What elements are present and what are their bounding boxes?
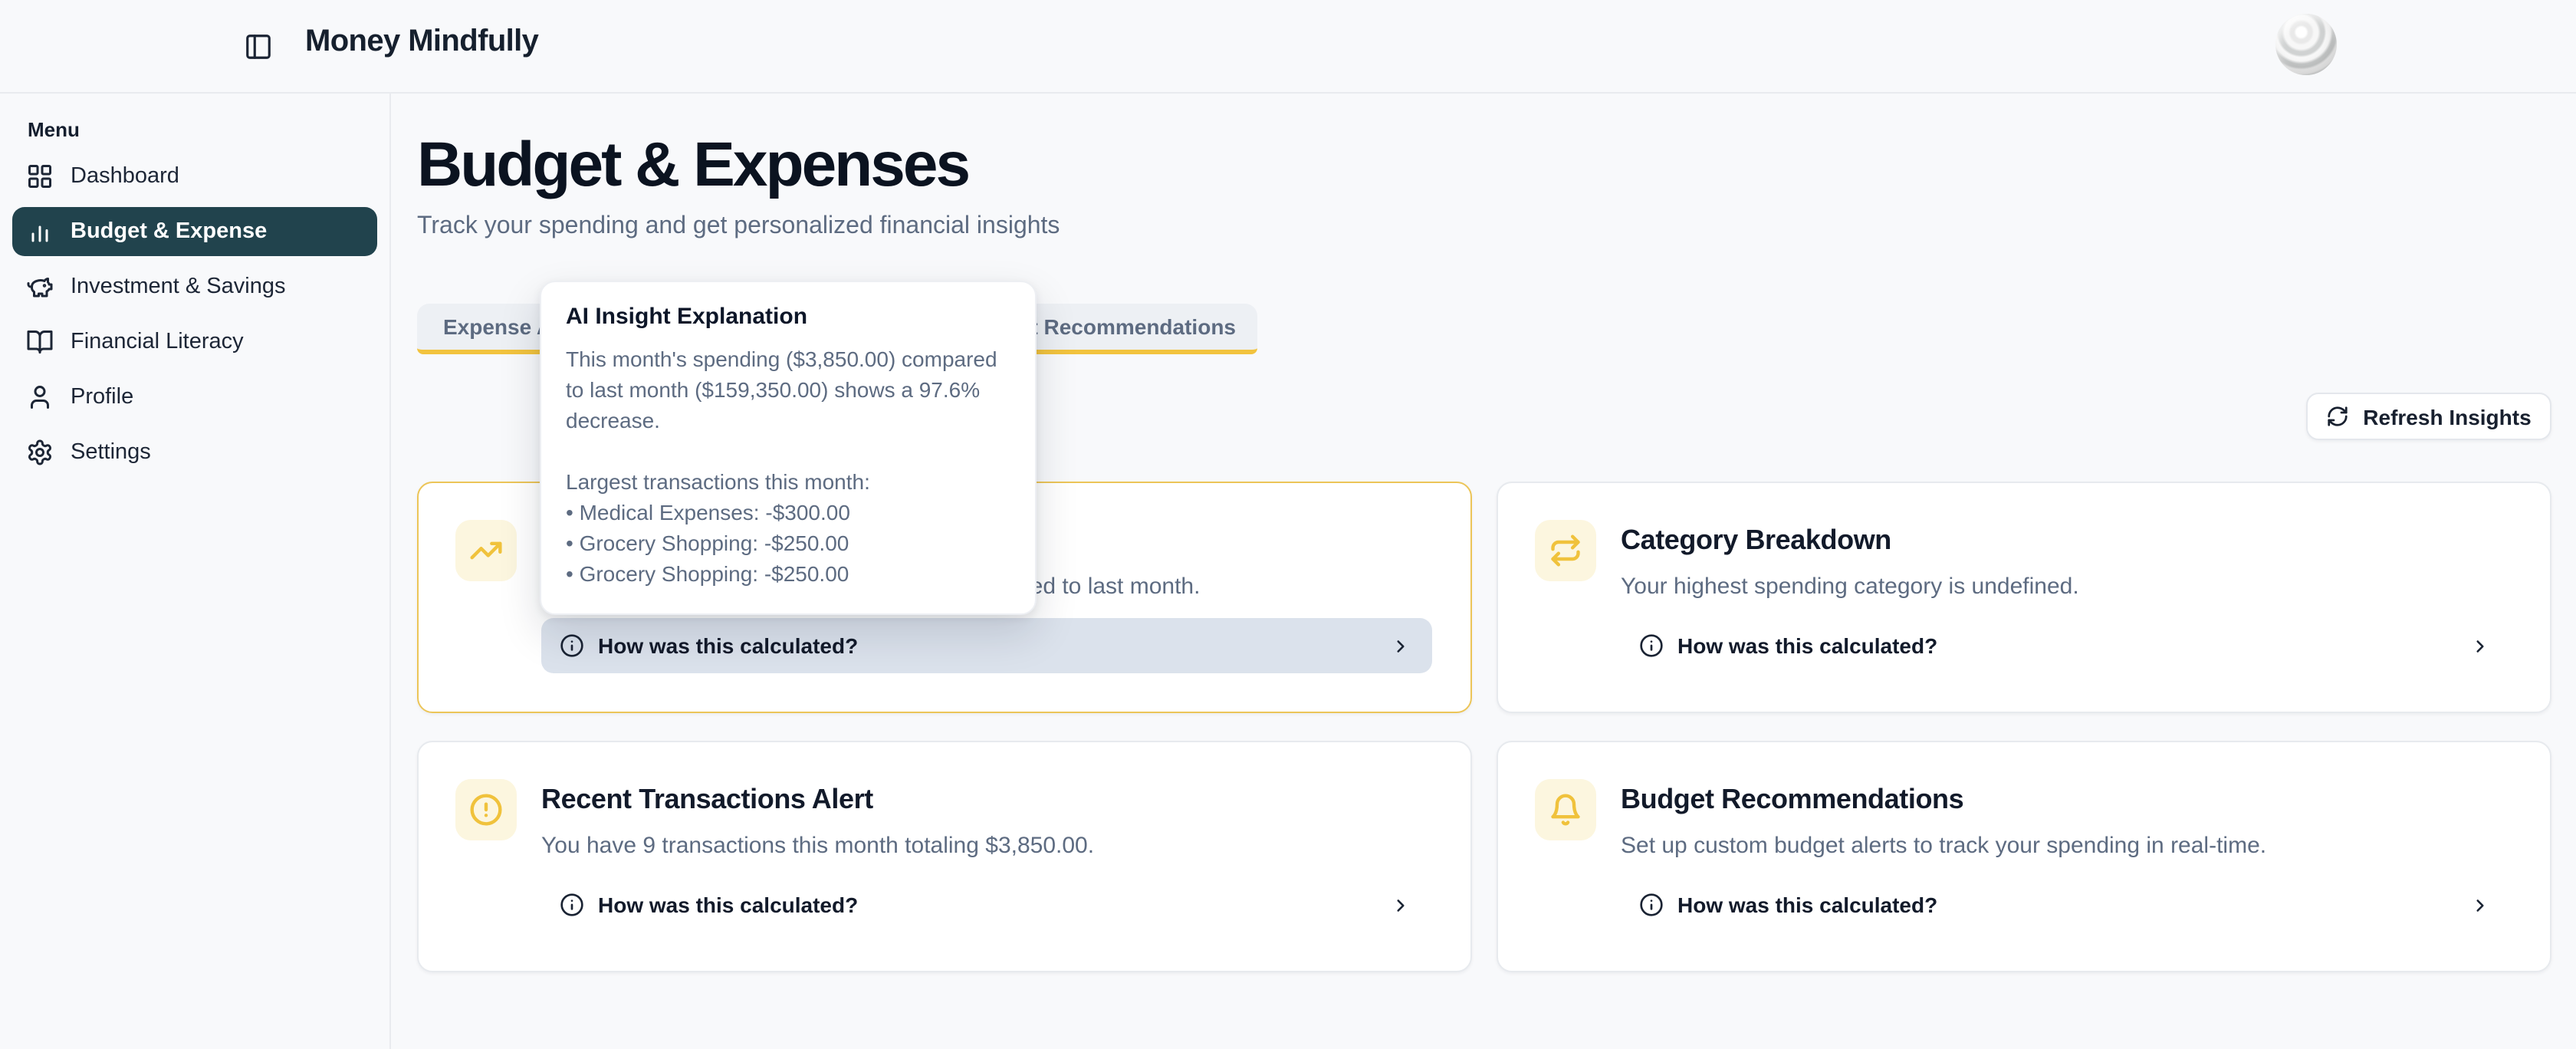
chevron-right-icon [2470, 895, 2490, 915]
tooltip-list-header: Largest transactions this month: [566, 466, 1010, 497]
tooltip-list-item: • Grocery Shopping: -$250.00 [566, 558, 1010, 589]
repeat-icon [1535, 520, 1596, 581]
sidebar: Menu Dashboard Budget & Expense Investme… [0, 94, 391, 1049]
sidebar-item-label: Financial Literacy [71, 330, 244, 354]
sidebar-item-profile[interactable]: Profile [12, 373, 377, 422]
user-icon [26, 383, 54, 411]
book-open-icon [26, 328, 54, 356]
card-subtitle: You have 9 transactions this month total… [541, 833, 1094, 859]
bell-icon [1535, 779, 1596, 840]
tooltip-list-item: • Medical Expenses: -$300.00 [566, 497, 1010, 528]
how-calculated-button[interactable]: How was this calculated? [1621, 877, 2512, 932]
tooltip-list-item: • Grocery Shopping: -$250.00 [566, 528, 1010, 558]
how-calculated-label: How was this calculated? [598, 633, 858, 658]
chevron-right-icon [1391, 895, 1411, 915]
sidebar-item-label: Settings [71, 440, 151, 465]
alert-circle-icon [455, 779, 517, 840]
app-root: Money Mindfully Menu Dashboard Budget & … [0, 0, 2576, 1049]
insight-card-recent-transactions: Recent Transactions Alert You have 9 tra… [417, 741, 1472, 972]
how-calculated-label: How was this calculated? [1677, 893, 1937, 917]
how-calculated-button[interactable]: How was this calculated? [541, 618, 1432, 673]
sidebar-item-label: Budget & Expense [71, 219, 267, 244]
layout-dashboard-icon [26, 163, 54, 190]
how-calculated-button[interactable]: How was this calculated? [541, 877, 1432, 932]
sidebar-item-settings[interactable]: Settings [12, 428, 377, 477]
card-subtitle: Your highest spending category is undefi… [1621, 574, 2079, 600]
sidebar-item-label: Profile [71, 385, 133, 409]
sidebar-item-investment-savings[interactable]: Investment & Savings [12, 262, 377, 311]
how-calculated-label: How was this calculated? [598, 893, 858, 917]
page-title: Budget & Expenses [417, 129, 968, 201]
refresh-insights-label: Refresh Insights [2363, 404, 2531, 429]
app-title: Money Mindfully [305, 25, 538, 60]
sidebar-item-budget-expense[interactable]: Budget & Expense [12, 207, 377, 256]
sidebar-item-label: Investment & Savings [71, 275, 286, 299]
card-title: Budget Recommendations [1621, 782, 1963, 816]
chevron-right-icon [2470, 636, 2490, 656]
page-subtitle: Track your spending and get personalized… [417, 213, 1060, 241]
avatar[interactable] [2275, 14, 2337, 75]
refresh-insights-button[interactable]: Refresh Insights [2306, 393, 2551, 440]
info-icon [560, 893, 584, 917]
tooltip-title: AI Insight Explanation [566, 304, 1010, 330]
card-title: Category Breakdown [1621, 523, 1891, 557]
refresh-cw-icon [2326, 405, 2349, 428]
insight-card-category-breakdown: Category Breakdown Your highest spending… [1497, 482, 2551, 713]
sidebar-toggle-icon[interactable] [244, 32, 273, 61]
sidebar-item-financial-literacy[interactable]: Financial Literacy [12, 317, 377, 367]
piggy-bank-icon [26, 273, 54, 301]
info-icon [1639, 633, 1664, 658]
how-calculated-label: How was this calculated? [1677, 633, 1937, 658]
sidebar-menu-label: Menu [28, 118, 389, 141]
top-header: Money Mindfully [0, 0, 2576, 94]
insight-card-budget-recommendations: Budget Recommendations Set up custom bud… [1497, 741, 2551, 972]
sidebar-item-label: Dashboard [71, 164, 179, 189]
card-title: Recent Transactions Alert [541, 782, 873, 816]
trending-up-icon [455, 520, 517, 581]
how-calculated-button[interactable]: How was this calculated? [1621, 618, 2512, 673]
chevron-right-icon [1391, 636, 1411, 656]
info-icon [560, 633, 584, 658]
sidebar-item-dashboard[interactable]: Dashboard [12, 152, 377, 201]
info-icon [1639, 893, 1664, 917]
ai-insight-tooltip: AI Insight Explanation This month's spen… [540, 281, 1037, 615]
gear-icon [26, 439, 54, 466]
card-subtitle: Set up custom budget alerts to track you… [1621, 833, 2266, 859]
bar-chart-icon [26, 218, 54, 245]
tooltip-paragraph: This month's spending ($3,850.00) compar… [566, 344, 1010, 436]
